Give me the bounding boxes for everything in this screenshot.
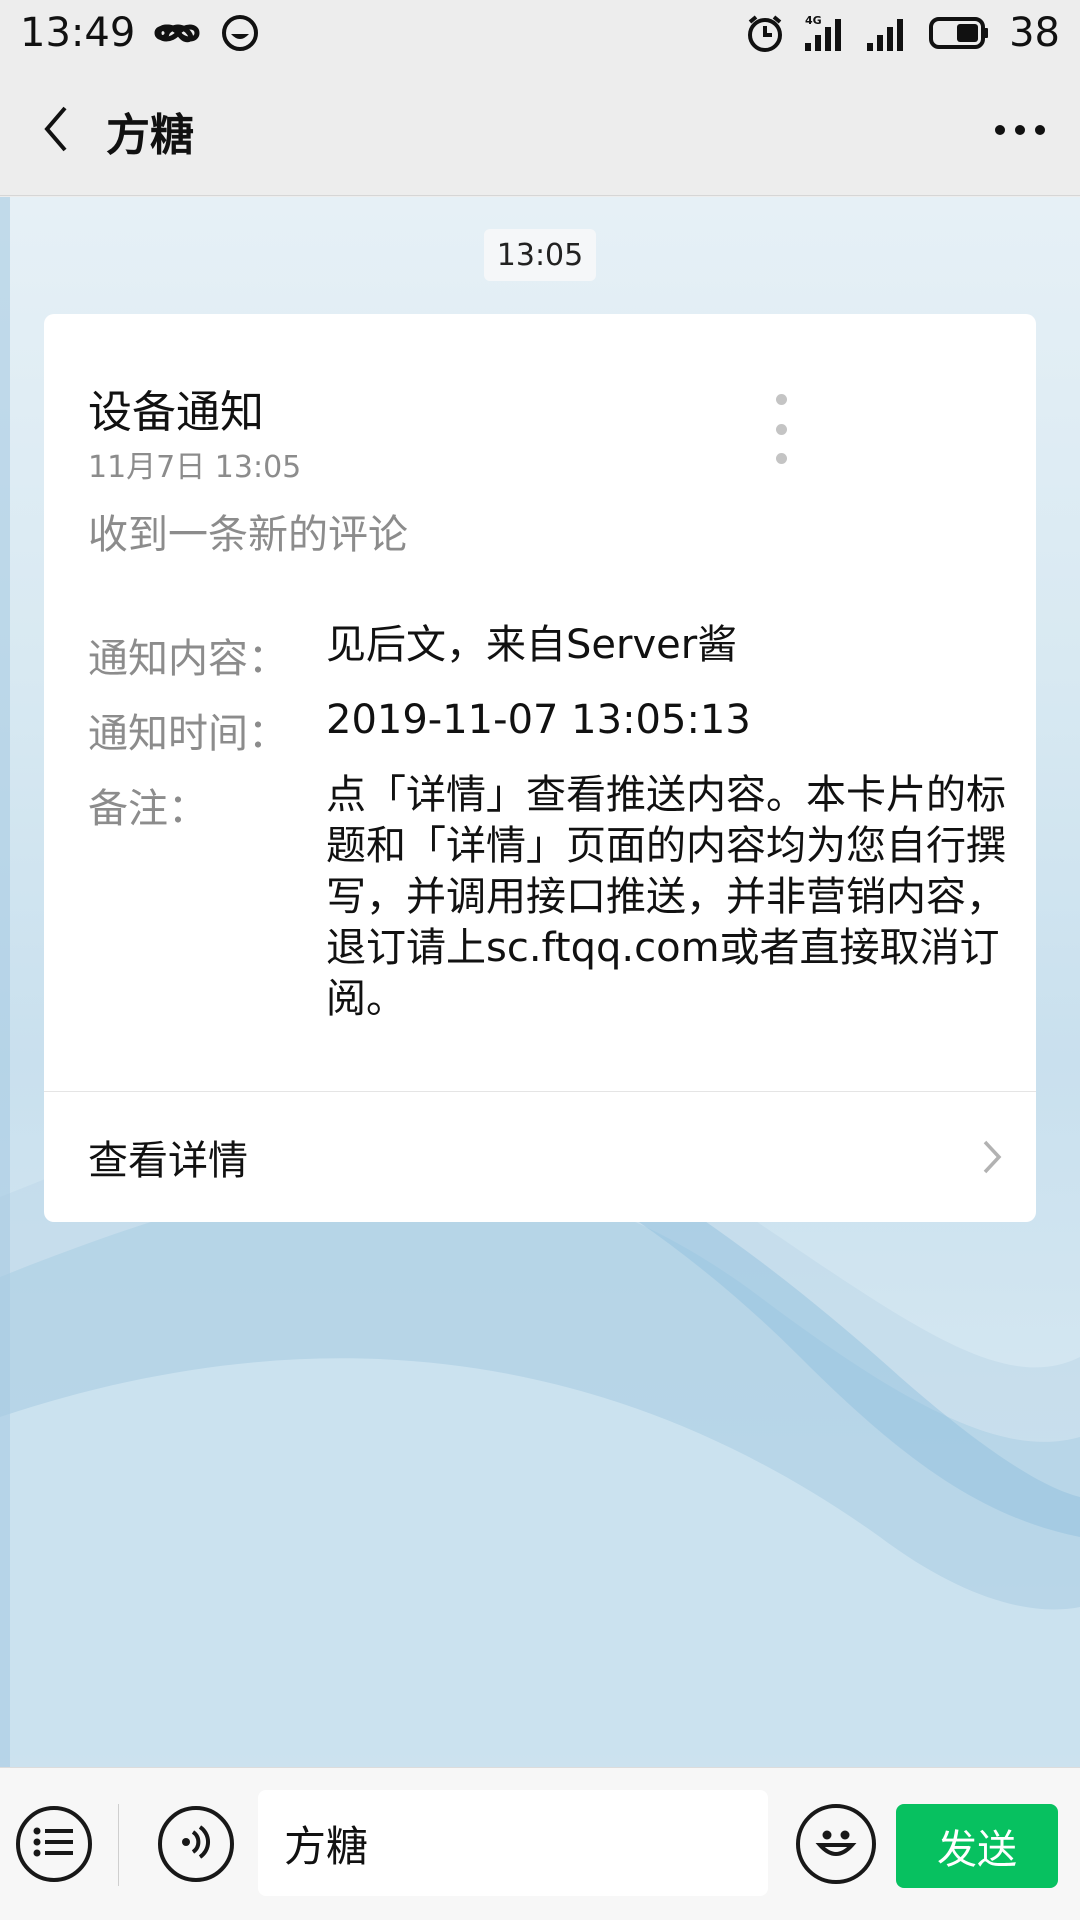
time-label: 通知时间： [88, 711, 288, 757]
nav-bar: 方糖 [0, 66, 1080, 196]
back-chevron-icon [41, 104, 71, 158]
menu-button[interactable] [16, 1806, 92, 1882]
chat-title: 方糖 [106, 109, 194, 161]
chevron-right-icon [982, 1139, 1002, 1175]
card-title: 设备通知 [88, 387, 264, 438]
back-button[interactable] [6, 66, 106, 196]
signal-4g-icon: 4G [803, 13, 847, 53]
input-bar: 方糖 发送 [0, 1767, 1080, 1920]
emoji-icon [809, 1815, 863, 1873]
input-bar-divider [118, 1804, 119, 1886]
message-timestamp: 13:05 [484, 229, 596, 281]
svg-text:4G: 4G [805, 14, 822, 27]
note-label: 备注： [88, 786, 208, 832]
voice-button[interactable] [158, 1806, 234, 1882]
view-details-label: 查看详情 [88, 1138, 248, 1184]
send-button[interactable]: 发送 [896, 1804, 1058, 1888]
content-label: 通知内容： [88, 636, 288, 682]
card-subtitle: 收到一条新的评论 [88, 512, 408, 558]
card-menu-icon[interactable] [766, 394, 796, 464]
messenger-icon [221, 14, 259, 52]
signal-icon [865, 13, 909, 53]
more-button[interactable] [960, 66, 1080, 196]
notification-card[interactable]: 设备通知 11月7日 13:05 收到一条新的评论 通知内容： 见后文，来自Se… [44, 314, 1036, 1222]
more-dots-icon [994, 121, 1046, 140]
card-date: 11月7日 13:05 [88, 450, 302, 485]
status-time: 13:49 [20, 10, 136, 56]
battery-icon [927, 16, 991, 50]
voice-icon [178, 1824, 214, 1864]
battery-level: 38 [1009, 10, 1060, 56]
message-input[interactable]: 方糖 [258, 1790, 768, 1896]
status-bar: 13:49 4G 38 [0, 0, 1080, 66]
alarm-icon [745, 13, 785, 53]
emoji-button[interactable] [796, 1804, 876, 1884]
note-value: 点「详情」查看推送内容。本卡片的标题和「详情」页面的内容均为您自行撰写，并调用接… [326, 772, 1006, 1022]
content-value: 见后文，来自Server酱 [326, 622, 738, 668]
view-details-row[interactable]: 查看详情 [44, 1092, 1036, 1222]
chat-area[interactable]: 13:05 设备通知 11月7日 13:05 收到一条新的评论 通知内容： 见后… [0, 197, 1080, 1767]
menu-list-icon [33, 1827, 75, 1861]
time-value: 2019-11-07 13:05:13 [326, 697, 751, 743]
infinity-icon [153, 18, 203, 48]
